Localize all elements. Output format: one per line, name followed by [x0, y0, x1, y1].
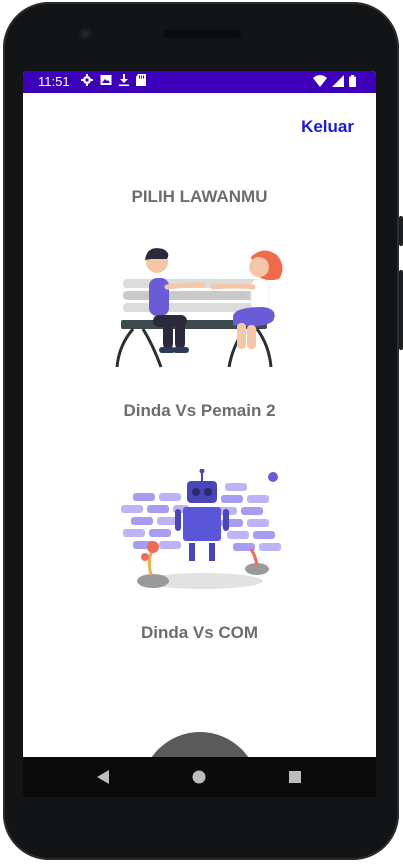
wifi-icon: [313, 75, 327, 87]
option-player2-label[interactable]: Dinda Vs Pemain 2: [23, 401, 376, 421]
earpiece-speaker: [163, 30, 241, 38]
floating-action-button[interactable]: [141, 732, 259, 757]
front-camera: [79, 28, 91, 40]
power-button: [399, 270, 403, 350]
phone-frame: 11:51 Keluar PILIH LAWANMU Dinda Vs Pema…: [0, 0, 403, 864]
page-title: PILIH LAWANMU: [131, 187, 268, 206]
home-icon[interactable]: [192, 770, 206, 784]
couple-on-bench-illustration[interactable]: [113, 245, 283, 373]
logout-button[interactable]: Keluar: [301, 117, 354, 137]
status-bar: 11:51: [23, 71, 376, 93]
status-icons-left: [81, 74, 146, 86]
navigation-bar: [23, 757, 376, 797]
battery-icon: [349, 75, 356, 87]
app-screen: 11:51 Keluar PILIH LAWANMU Dinda Vs Pema…: [23, 71, 376, 757]
back-icon[interactable]: [96, 770, 110, 784]
recents-icon[interactable]: [289, 771, 301, 783]
option-com-label[interactable]: Dinda Vs COM: [23, 623, 376, 643]
image-icon: [100, 75, 112, 85]
volume-button: [399, 216, 403, 246]
signal-icon: [332, 75, 344, 87]
robot-illustration[interactable]: [117, 469, 287, 595]
settings-icon: [81, 74, 93, 86]
download-icon: [119, 74, 129, 86]
sd-card-icon: [136, 74, 146, 86]
status-icons-right: [313, 75, 356, 87]
status-time: 11:51: [38, 74, 70, 89]
